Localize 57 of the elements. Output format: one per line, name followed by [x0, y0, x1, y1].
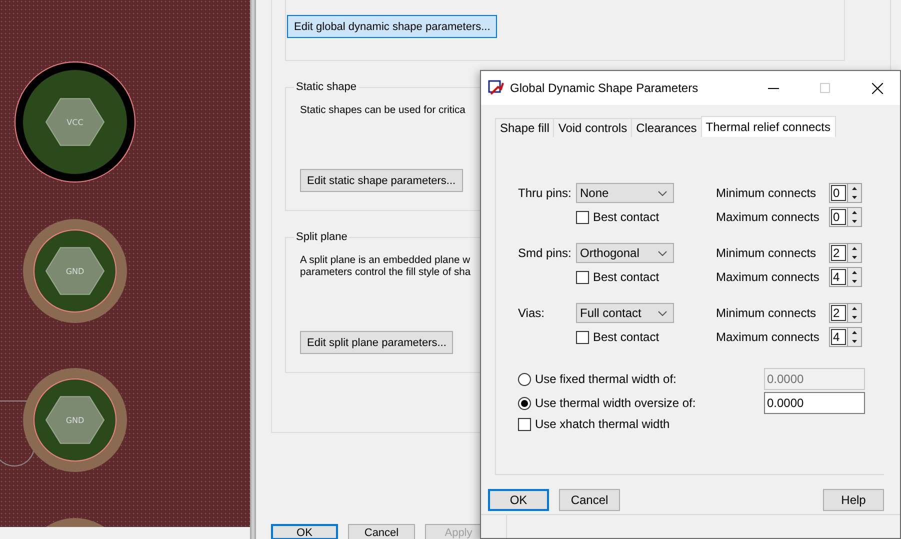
chevron-down-icon — [658, 310, 667, 316]
field-label: Maximum connects — [716, 330, 820, 344]
checkbox[interactable] — [518, 418, 531, 430]
radio-label: Use thermal width oversize of: — [535, 396, 696, 410]
field-label: Minimum connects — [716, 246, 818, 260]
checkbox[interactable] — [576, 270, 589, 284]
group-description: Static shapes can be used for critica — [300, 105, 466, 117]
number-spinner[interactable]: 2 — [829, 243, 862, 263]
checkbox[interactable] — [576, 210, 589, 224]
checkbox-label: Best contact — [593, 210, 660, 224]
dialog-button[interactable]: Cancel — [559, 489, 620, 511]
radio-button[interactable] — [518, 372, 531, 386]
dialog-button[interactable]: Cancel — [348, 524, 415, 539]
dialog-button[interactable]: Help — [823, 489, 884, 511]
checkbox-label: Best contact — [593, 330, 660, 344]
number-spinner[interactable]: 4 — [829, 327, 862, 347]
tab[interactable]: Shape fill — [495, 118, 554, 137]
number-spinner[interactable]: 0 — [829, 207, 862, 227]
maximize-icon — [820, 83, 830, 93]
field-label: Maximum connects — [716, 270, 820, 284]
group-title: Static shape — [295, 81, 358, 93]
field-label: Thru pins: — [518, 186, 572, 200]
field-label: Minimum connects — [716, 186, 818, 200]
input-field[interactable]: 0.0000 — [764, 392, 865, 414]
pad-label: GND — [66, 416, 84, 425]
number-spinner[interactable]: 4 — [829, 267, 862, 287]
dialog-button[interactable]: OK — [271, 524, 338, 539]
edit-parameters-button[interactable]: Edit static shape parameters... — [300, 169, 463, 192]
pad-label: GND — [66, 267, 84, 276]
checkbox-label: Best contact — [593, 270, 660, 284]
dropdown[interactable]: Full contact — [576, 303, 674, 323]
dropdown[interactable]: None — [576, 183, 674, 203]
chevron-down-icon — [658, 190, 667, 196]
edit-global-parameters-button[interactable]: Edit global dynamic shape parameters... — [287, 15, 498, 38]
number-spinner[interactable]: 0 — [829, 183, 862, 203]
field-label: Minimum connects — [716, 306, 818, 320]
close-icon[interactable] — [872, 82, 882, 94]
group-description: A split plane is an embedded plane w parameters control the fill style of sha — [300, 255, 471, 279]
field-label: Smd pins: — [518, 246, 572, 260]
checkbox[interactable] — [576, 330, 589, 344]
radio-button[interactable] — [518, 396, 531, 410]
tab[interactable]: Thermal relief connects — [700, 116, 836, 137]
app-icon — [488, 80, 504, 96]
group-title: Split plane — [295, 231, 348, 243]
checkbox-label: Use xhatch thermal width — [535, 417, 670, 431]
radio-dot-icon — [521, 400, 528, 406]
dropdown[interactable]: Orthogonal — [576, 243, 674, 263]
pad-label: VCC — [66, 118, 84, 127]
edit-parameters-button[interactable]: Edit split plane parameters... — [300, 331, 454, 354]
window-title: Global Dynamic Shape Parameters — [510, 81, 700, 95]
radio-label: Use fixed thermal width of: — [535, 372, 676, 386]
chevron-down-icon — [658, 250, 667, 256]
trace-drawing — [0, 400, 36, 466]
field-label: Vias: — [518, 306, 546, 320]
number-spinner[interactable]: 2 — [829, 303, 862, 323]
field-label: Maximum connects — [716, 210, 820, 224]
dialog-button[interactable]: OK — [488, 489, 549, 511]
